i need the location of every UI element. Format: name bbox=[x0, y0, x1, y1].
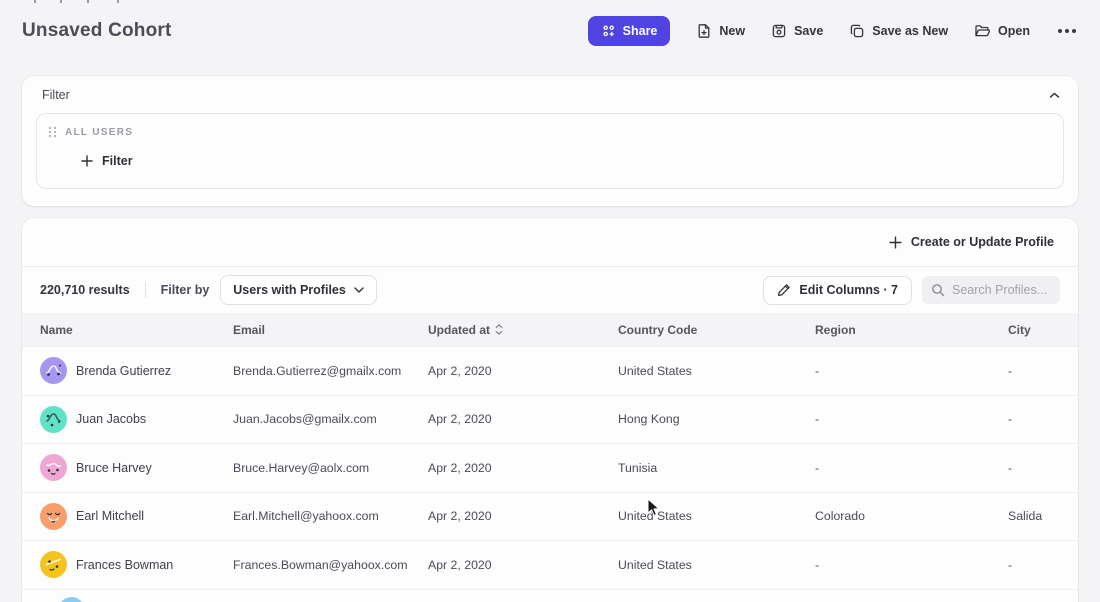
share-button[interactable]: Share bbox=[588, 16, 671, 46]
plus-icon bbox=[81, 155, 93, 167]
avatar bbox=[40, 357, 67, 384]
cell-email: Bruce.Harvey@aolx.com bbox=[233, 461, 428, 475]
cell-email: Juan.Jacobs@gmailx.com bbox=[233, 412, 428, 426]
new-document-icon bbox=[696, 23, 712, 39]
column-header-name[interactable]: Name bbox=[40, 323, 233, 337]
cell-name: Brenda Gutierrez bbox=[76, 364, 171, 378]
chevron-down-icon bbox=[354, 287, 364, 293]
cell-country-code: United States bbox=[618, 558, 815, 572]
table-row-partial[interactable] bbox=[22, 589, 1078, 602]
create-or-update-profile-label: Create or Update Profile bbox=[911, 235, 1054, 249]
divider bbox=[145, 282, 146, 298]
cell-city: - bbox=[1008, 558, 1060, 572]
add-filter-button[interactable]: Filter bbox=[81, 154, 133, 168]
cell-region: - bbox=[815, 461, 1008, 475]
avatar bbox=[40, 551, 67, 578]
cell-region: Colorado bbox=[815, 509, 1008, 523]
avatar bbox=[40, 406, 67, 433]
avatar bbox=[40, 454, 67, 481]
search-profiles-input[interactable] bbox=[952, 283, 1051, 297]
cell-updated-at: Apr 2, 2020 bbox=[428, 364, 618, 378]
add-filter-label: Filter bbox=[102, 154, 133, 168]
filter-by-label: Filter by bbox=[161, 283, 210, 297]
column-header-email[interactable]: Email bbox=[233, 323, 428, 337]
edit-columns-label: Edit Columns · 7 bbox=[799, 283, 898, 297]
save-label: Save bbox=[794, 24, 823, 38]
pencil-icon bbox=[777, 283, 791, 297]
filter-group-label: ALL USERS bbox=[65, 127, 133, 138]
table-row[interactable]: Frances Bowman Frances.Bowman@yahoox.com… bbox=[22, 540, 1078, 589]
cell-updated-at: Apr 2, 2020 bbox=[428, 412, 618, 426]
table-row[interactable]: Juan Jacobs Juan.Jacobs@gmailx.com Apr 2… bbox=[22, 395, 1078, 444]
drag-handle-icon[interactable] bbox=[49, 127, 57, 137]
cell-country-code: United States bbox=[618, 364, 815, 378]
cell-name: Juan Jacobs bbox=[76, 412, 146, 426]
new-label: New bbox=[719, 24, 745, 38]
save-as-new-label: Save as New bbox=[872, 24, 948, 38]
cell-region: United States bbox=[618, 509, 815, 523]
cell-region: - bbox=[815, 558, 1008, 572]
cell-name: Frances Bowman bbox=[76, 558, 173, 572]
collapse-filter-button[interactable] bbox=[1049, 92, 1060, 99]
cell-city: - bbox=[1008, 364, 1060, 378]
save-as-new-button[interactable]: Save as New bbox=[849, 23, 948, 39]
new-button[interactable]: New bbox=[696, 23, 745, 39]
cell-name: Bruce Harvey bbox=[76, 461, 152, 475]
open-button[interactable]: Open bbox=[974, 23, 1030, 39]
cell-country-code: Tunisia bbox=[618, 461, 815, 475]
cell-country-code: Hong Kong bbox=[618, 412, 815, 426]
profile-filter-value: Users with Profiles bbox=[233, 283, 346, 297]
table-row[interactable]: Earl Mitchell Earl.Mitchell@yahoox.com A… bbox=[22, 492, 1078, 541]
table-row[interactable]: Bruce Harvey Bruce.Harvey@aolx.com Apr 2… bbox=[22, 443, 1078, 492]
filter-panel-title: Filter bbox=[42, 88, 70, 102]
avatar bbox=[40, 503, 67, 530]
column-header-city[interactable]: City bbox=[1008, 323, 1060, 337]
more-options-button[interactable] bbox=[1056, 27, 1078, 35]
create-or-update-profile-button[interactable]: Create or Update Profile bbox=[889, 235, 1054, 249]
cell-email: Earl.Mitchell@yahoox.com bbox=[233, 509, 428, 523]
save-icon bbox=[771, 23, 787, 39]
edit-columns-button[interactable]: Edit Columns · 7 bbox=[763, 276, 912, 305]
results-panel: Create or Update Profile 220,710 results… bbox=[22, 218, 1078, 602]
cell-city: - bbox=[1008, 461, 1060, 475]
table-header-row: Name Email Updated at Country Code Regio… bbox=[22, 313, 1078, 346]
avatar bbox=[58, 597, 85, 602]
copy-icon bbox=[849, 23, 865, 39]
more-options-icon bbox=[1058, 29, 1076, 33]
profile-filter-dropdown[interactable]: Users with Profiles bbox=[220, 275, 377, 305]
top-bar: Unsaved Cohort Share New bbox=[22, 14, 1078, 48]
chevron-up-icon bbox=[1049, 92, 1060, 99]
page-title: Unsaved Cohort bbox=[22, 20, 172, 42]
share-users-icon bbox=[601, 24, 616, 39]
table-row[interactable]: Brenda Gutierrez Brenda.Gutierrez@gmailx… bbox=[22, 346, 1078, 395]
cell-city: - bbox=[1008, 412, 1060, 426]
plus-icon bbox=[889, 236, 902, 249]
sort-icon[interactable] bbox=[495, 324, 503, 335]
column-header-updated-at[interactable]: Updated at bbox=[428, 323, 618, 337]
search-icon bbox=[931, 283, 945, 297]
cell-region: - bbox=[815, 364, 1008, 378]
results-toolbar: 220,710 results Filter by Users with Pro… bbox=[22, 266, 1078, 313]
cell-name: Earl Mitchell bbox=[76, 509, 144, 523]
column-header-country-code[interactable]: Country Code bbox=[618, 323, 815, 337]
save-button[interactable]: Save bbox=[771, 23, 823, 39]
results-count: 220,710 results bbox=[40, 283, 130, 297]
column-header-region[interactable]: Region bbox=[815, 323, 1008, 337]
filter-panel: Filter ALL USERS Filter bbox=[22, 76, 1078, 206]
filter-group-box: ALL USERS Filter bbox=[36, 113, 1064, 189]
cell-updated-at: Apr 2, 2020 bbox=[428, 558, 618, 572]
cell-email: Frances.Bowman@yahoox.com bbox=[233, 558, 428, 572]
open-label: Open bbox=[998, 24, 1030, 38]
cell-city: Salida bbox=[1008, 509, 1060, 523]
search-profiles-box bbox=[922, 276, 1060, 304]
cell-email: Brenda.Gutierrez@gmailx.com bbox=[233, 364, 428, 378]
header-actions: Share New Save bbox=[588, 16, 1078, 46]
cell-updated-at: Apr 2, 2020 bbox=[428, 509, 618, 523]
cell-region: - bbox=[815, 412, 1008, 426]
open-folder-icon bbox=[974, 23, 991, 39]
cell-updated-at: Apr 2, 2020 bbox=[428, 461, 618, 475]
share-label: Share bbox=[623, 24, 658, 38]
